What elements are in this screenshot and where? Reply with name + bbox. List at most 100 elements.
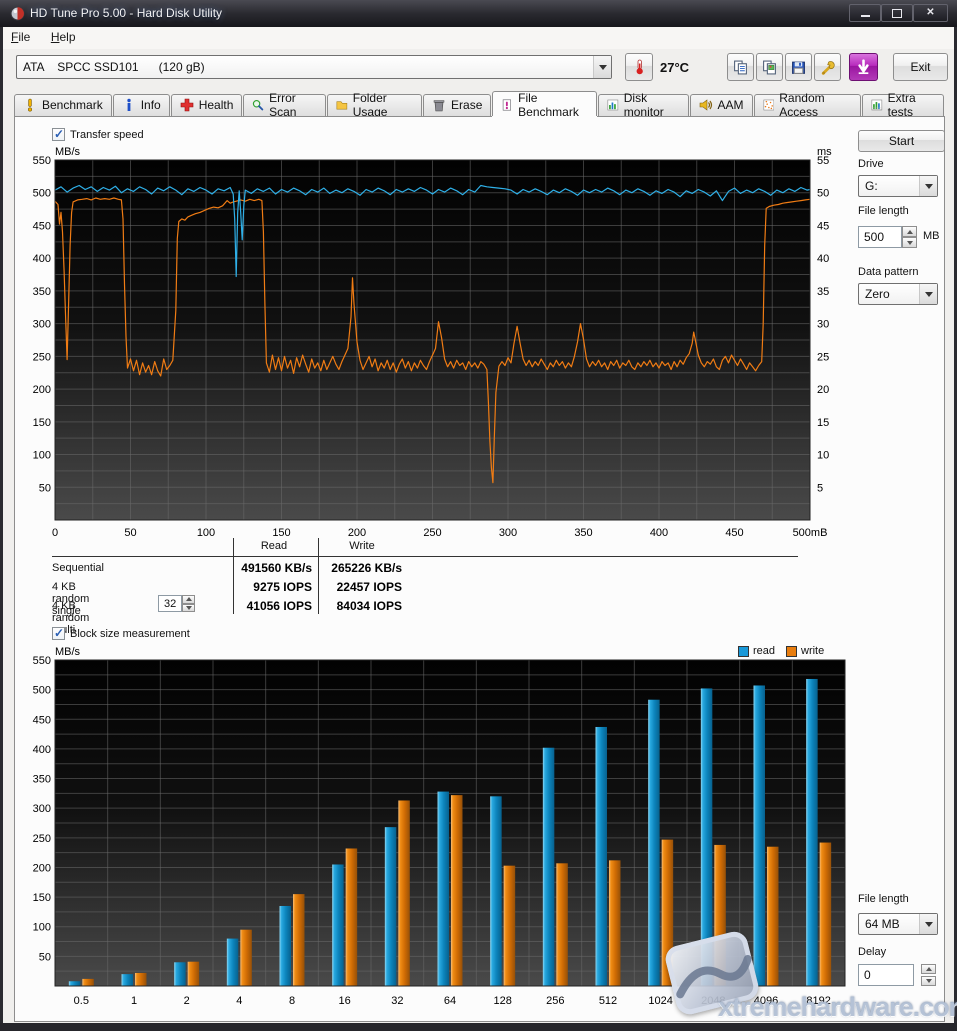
- copy-report-button[interactable]: [727, 53, 754, 81]
- svg-text:100: 100: [33, 922, 51, 934]
- chevron-down-icon: [925, 922, 933, 927]
- svg-text:15: 15: [817, 417, 829, 429]
- svg-text:500mB: 500mB: [793, 527, 828, 539]
- block-file-length-label: File length: [858, 893, 909, 905]
- menu-help[interactable]: Help: [43, 27, 84, 47]
- svg-text:128: 128: [493, 995, 511, 1007]
- spin-up-icon[interactable]: [182, 595, 195, 604]
- multi-queue-input[interactable]: 32: [158, 595, 182, 612]
- menu-file[interactable]: File: [3, 27, 38, 47]
- speaker-icon: [699, 98, 713, 112]
- svg-text:2: 2: [184, 995, 190, 1007]
- svg-text:550: 550: [33, 155, 51, 167]
- svg-text:25: 25: [817, 351, 829, 363]
- block-size-chart: 0.51248163264128256512102420484096819250…: [28, 644, 860, 1018]
- temperature-value: 27°C: [660, 60, 689, 75]
- file-length-input[interactable]: 500: [858, 226, 902, 248]
- svg-text:0: 0: [52, 527, 58, 539]
- copy-image-button[interactable]: [756, 53, 783, 81]
- close-button[interactable]: ✕: [913, 4, 948, 22]
- tab-folder-usage[interactable]: Folder Usage: [327, 94, 422, 116]
- temperature-button[interactable]: [625, 53, 653, 81]
- transfer-speed-label: Transfer speed: [70, 129, 144, 141]
- maximize-button[interactable]: [881, 4, 913, 22]
- menu-bar: File Help: [3, 27, 954, 50]
- row-sequential-label: Sequential: [52, 562, 104, 574]
- svg-text:32: 32: [391, 995, 403, 1007]
- spin-up-icon[interactable]: [921, 964, 936, 974]
- exit-button[interactable]: Exit: [893, 53, 948, 81]
- svg-text:350: 350: [574, 527, 592, 539]
- svg-text:50: 50: [39, 482, 51, 494]
- svg-text:350: 350: [33, 286, 51, 298]
- tab-random-access[interactable]: Random Access: [754, 94, 861, 116]
- svg-text:50: 50: [817, 188, 829, 200]
- download-button[interactable]: [849, 53, 878, 81]
- svg-text:200: 200: [348, 527, 366, 539]
- svg-text:MB/s: MB/s: [55, 646, 81, 658]
- delay-input[interactable]: 0: [858, 964, 914, 986]
- file-length-spinner[interactable]: [902, 226, 917, 248]
- spin-down-icon[interactable]: [182, 604, 195, 613]
- spin-down-icon[interactable]: [902, 237, 917, 248]
- svg-text:350: 350: [33, 774, 51, 786]
- delay-label: Delay: [858, 946, 886, 958]
- svg-text:300: 300: [33, 319, 51, 331]
- tab-disk-monitor[interactable]: Disk monitor: [598, 94, 689, 116]
- svg-text:30: 30: [817, 319, 829, 331]
- title-bar: HD Tune Pro 5.00 - Hard Disk Utility ✕: [0, 0, 957, 28]
- folder-icon: [336, 98, 348, 112]
- block-size-checkbox[interactable]: [52, 627, 65, 640]
- data-pattern-select[interactable]: Zero: [858, 283, 938, 305]
- spin-down-icon[interactable]: [921, 976, 936, 986]
- transfer-speed-checkbox[interactable]: [52, 128, 65, 141]
- combo-dropdown-zone[interactable]: [593, 56, 611, 78]
- sequential-write-value: 265226 KB/s: [322, 561, 402, 575]
- maximize-icon: [892, 9, 902, 18]
- svg-text:256: 256: [546, 995, 564, 1007]
- svg-text:550: 550: [33, 655, 51, 667]
- drive-selector-combobox[interactable]: ATA SPCC SSD101 (120 gB): [16, 55, 612, 79]
- svg-text:50: 50: [39, 951, 51, 963]
- info-icon: [122, 98, 136, 112]
- copy-report-icon: [733, 60, 748, 75]
- tab-benchmark[interactable]: Benchmark: [14, 94, 112, 116]
- tab-health[interactable]: Health: [171, 94, 243, 116]
- tab-file-benchmark[interactable]: File Benchmark: [492, 91, 597, 116]
- file-length-unit: MB: [923, 230, 940, 242]
- tab-strip: Benchmark Info Health Error Scan Folder …: [14, 92, 945, 116]
- svg-text:150: 150: [33, 892, 51, 904]
- svg-text:450: 450: [33, 714, 51, 726]
- block-file-length-select[interactable]: 64 MB: [858, 913, 938, 935]
- svg-text:500: 500: [33, 685, 51, 697]
- save-icon: [791, 60, 806, 75]
- tab-aam[interactable]: AAM: [690, 94, 753, 116]
- svg-text:250: 250: [33, 833, 51, 845]
- save-button[interactable]: [785, 53, 812, 81]
- app-icon: [10, 6, 25, 21]
- svg-text:40: 40: [817, 253, 829, 265]
- svg-text:50: 50: [124, 527, 136, 539]
- svg-text:500: 500: [33, 188, 51, 200]
- drive-select[interactable]: G:: [858, 175, 938, 197]
- svg-text:4: 4: [236, 995, 242, 1007]
- random-access-icon: [763, 98, 775, 112]
- svg-text:100: 100: [33, 450, 51, 462]
- tab-erase[interactable]: Erase: [423, 94, 491, 116]
- multi-queue-spinner[interactable]: [182, 595, 195, 612]
- copy-image-icon: [762, 60, 777, 75]
- tab-info[interactable]: Info: [113, 94, 170, 116]
- svg-text:300: 300: [499, 527, 517, 539]
- options-button[interactable]: [814, 53, 841, 81]
- svg-text:35: 35: [817, 286, 829, 298]
- delay-spinner[interactable]: [921, 964, 936, 986]
- svg-text:4096: 4096: [754, 995, 778, 1007]
- tab-error-scan[interactable]: Error Scan: [243, 94, 326, 116]
- minimize-button[interactable]: [849, 4, 881, 22]
- tab-extra-tests[interactable]: Extra tests: [862, 94, 944, 116]
- spin-up-icon[interactable]: [902, 226, 917, 237]
- block-file-length-value: 64 MB: [859, 917, 919, 931]
- svg-text:1024: 1024: [648, 995, 672, 1007]
- start-button[interactable]: Start: [858, 130, 945, 152]
- svg-text:10: 10: [817, 450, 829, 462]
